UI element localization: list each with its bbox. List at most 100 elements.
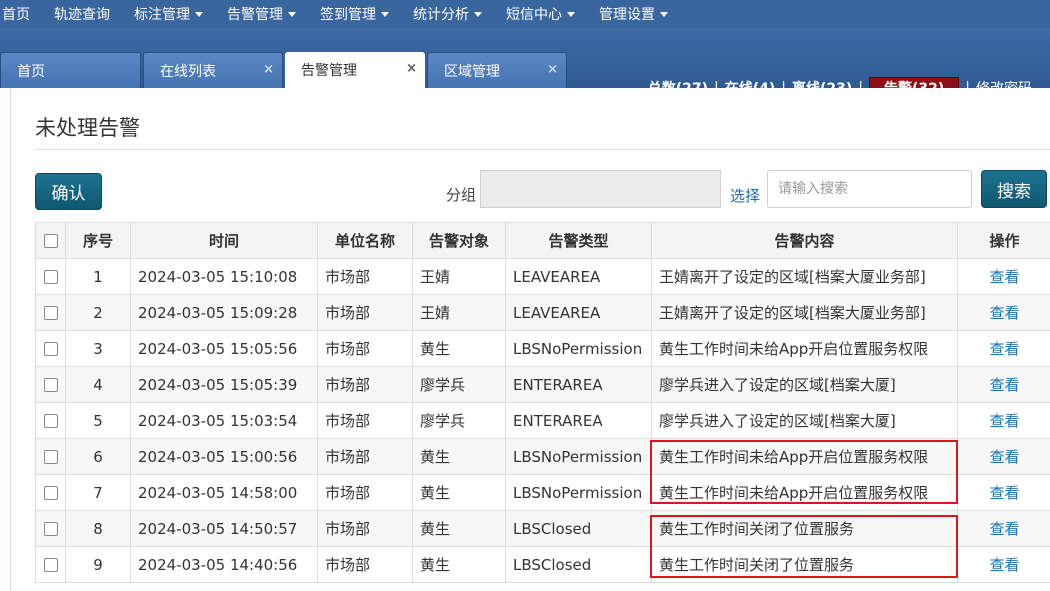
confirm-button[interactable]: 确认 [35, 173, 102, 210]
cell-time: 2024-03-05 15:05:56 [130, 330, 318, 367]
chevron-down-icon [288, 11, 296, 17]
nav-item-label: 首页 [2, 7, 30, 23]
table-row[interactable]: 1 2024-03-05 15:10:08 市场部 王婧 LEAVEAREA 王婧离开了设… [35, 258, 1050, 295]
column-header-type[interactable]: 告警类型 [505, 222, 652, 259]
view-link[interactable]: 查看 [989, 556, 1019, 574]
cell-action: 查看 [957, 258, 1050, 295]
column-header-time[interactable]: 时间 [130, 222, 318, 259]
row-checkbox[interactable] [43, 306, 58, 320]
cell-action: 查看 [957, 546, 1050, 583]
column-header-unit[interactable]: 单位名称 [317, 222, 413, 259]
nav-item[interactable]: 短信中心 [494, 0, 587, 28]
view-link[interactable]: 查看 [989, 268, 1019, 286]
view-link[interactable]: 查看 [989, 376, 1019, 394]
row-select-cell [35, 510, 66, 547]
cell-target: 王婧 [412, 258, 506, 295]
view-link[interactable]: 查看 [989, 412, 1019, 430]
row-select-cell [35, 366, 66, 403]
close-icon[interactable]: × [406, 61, 417, 76]
row-checkbox[interactable] [43, 378, 58, 392]
column-header-target[interactable]: 告警对象 [412, 222, 506, 259]
table-row[interactable]: 3 2024-03-05 15:05:56 市场部 黄生 LBSNoPermission… [35, 330, 1050, 367]
column-header-no[interactable]: 序号 [65, 222, 131, 259]
nav-item[interactable]: 标注管理 [122, 0, 215, 28]
nav-item-label: 轨迹查询 [54, 7, 110, 23]
cell-content: 黄生工作时间关闭了位置服务 [651, 546, 958, 583]
cell-target: 黄生 [412, 330, 506, 367]
view-link[interactable]: 查看 [989, 520, 1019, 538]
select-group-link[interactable]: 选择 [730, 185, 760, 206]
nav-item[interactable]: 管理设置 [587, 0, 680, 28]
cell-type: LEAVEAREA [505, 258, 652, 295]
nav-item[interactable]: 首页 [0, 0, 42, 28]
cell-unit: 市场部 [317, 258, 413, 295]
top-nav: 首页 轨迹查询 标注管理 告警管理 签到管理 统计分析 短信中心 管理设置 [0, 0, 1050, 28]
cell-target: 廖学兵 [412, 402, 506, 439]
row-checkbox[interactable] [43, 450, 58, 464]
table-row[interactable]: 5 2024-03-05 15:03:54 市场部 廖学兵 ENTERAREA 廖学兵进入… [35, 402, 1050, 439]
close-icon[interactable]: × [263, 62, 274, 77]
chevron-down-icon [195, 11, 203, 17]
nav-item[interactable]: 轨迹查询 [42, 0, 122, 28]
search-input[interactable] [767, 170, 972, 208]
table-row[interactable]: 8 2024-03-05 14:50:57 市场部 黄生 LBSClosed 黄生工作时间… [35, 510, 1050, 547]
select-all-checkbox[interactable] [43, 234, 58, 248]
view-link[interactable]: 查看 [989, 448, 1019, 466]
nav-item-label: 短信中心 [506, 7, 562, 23]
view-link[interactable]: 查看 [989, 340, 1019, 358]
cell-type: LBSClosed [505, 546, 652, 583]
cell-type: LEAVEAREA [505, 294, 652, 331]
table-row[interactable]: 4 2024-03-05 15:05:39 市场部 廖学兵 ENTERAREA 廖学兵进入… [35, 366, 1050, 403]
close-icon[interactable]: × [547, 62, 558, 77]
cell-no: 4 [65, 366, 131, 403]
row-select-cell [35, 474, 66, 511]
view-link[interactable]: 查看 [989, 304, 1019, 322]
cell-type: ENTERAREA [505, 366, 652, 403]
divider [35, 149, 1050, 150]
tab-home[interactable]: 首页 [0, 52, 141, 88]
cell-unit: 市场部 [317, 546, 413, 583]
tab-area-management[interactable]: 区域管理 × [427, 52, 567, 88]
nav-item[interactable]: 告警管理 [215, 0, 308, 28]
cell-time: 2024-03-05 15:05:39 [130, 366, 318, 403]
table-row[interactable]: 7 2024-03-05 14:58:00 市场部 黄生 LBSNoPermission… [35, 474, 1050, 511]
cell-time: 2024-03-05 15:03:54 [130, 402, 318, 439]
cell-time: 2024-03-05 14:40:56 [130, 546, 318, 583]
cell-time: 2024-03-05 14:58:00 [130, 474, 318, 511]
nav-item[interactable]: 签到管理 [308, 0, 401, 28]
table-row[interactable]: 6 2024-03-05 15:00:56 市场部 黄生 LBSNoPermission… [35, 438, 1050, 475]
row-checkbox[interactable] [43, 342, 58, 356]
cell-unit: 市场部 [317, 402, 413, 439]
cell-action: 查看 [957, 510, 1050, 547]
chevron-down-icon [474, 11, 482, 17]
cell-time: 2024-03-05 15:09:28 [130, 294, 318, 331]
search-button[interactable]: 搜索 [981, 170, 1047, 208]
row-checkbox[interactable] [43, 486, 58, 500]
tab-online-list[interactable]: 在线列表 × [143, 52, 283, 88]
row-checkbox[interactable] [43, 522, 58, 536]
cell-type: ENTERAREA [505, 402, 652, 439]
table-row[interactable]: 2 2024-03-05 15:09:28 市场部 王婧 LEAVEAREA 王婧离开了设… [35, 294, 1050, 331]
cell-no: 1 [65, 258, 131, 295]
cell-type: LBSNoPermission [505, 330, 652, 367]
row-select-cell [35, 402, 66, 439]
nav-item-label: 统计分析 [413, 7, 469, 23]
tab-alarm-management[interactable]: 告警管理 × [285, 52, 425, 88]
group-field[interactable] [480, 170, 721, 208]
column-header-action: 操作 [957, 222, 1050, 259]
column-header-content[interactable]: 告警内容 [651, 222, 958, 259]
cell-content: 王婧离开了设定的区域[档案大厦业务部] [651, 258, 958, 295]
row-checkbox[interactable] [43, 414, 58, 428]
cell-target: 黄生 [412, 438, 506, 475]
cell-action: 查看 [957, 474, 1050, 511]
cell-unit: 市场部 [317, 294, 413, 331]
view-link[interactable]: 查看 [989, 484, 1019, 502]
table-row[interactable]: 9 2024-03-05 14:40:56 市场部 黄生 LBSClosed 黄生工作时间… [35, 546, 1050, 583]
cell-content: 黄生工作时间未给App开启位置服务权限 [651, 438, 958, 475]
tab-label: 告警管理 [301, 63, 357, 79]
nav-item[interactable]: 统计分析 [401, 0, 494, 28]
cell-no: 5 [65, 402, 131, 439]
row-checkbox[interactable] [43, 558, 58, 572]
row-checkbox[interactable] [43, 270, 58, 284]
row-select-cell [35, 438, 66, 475]
